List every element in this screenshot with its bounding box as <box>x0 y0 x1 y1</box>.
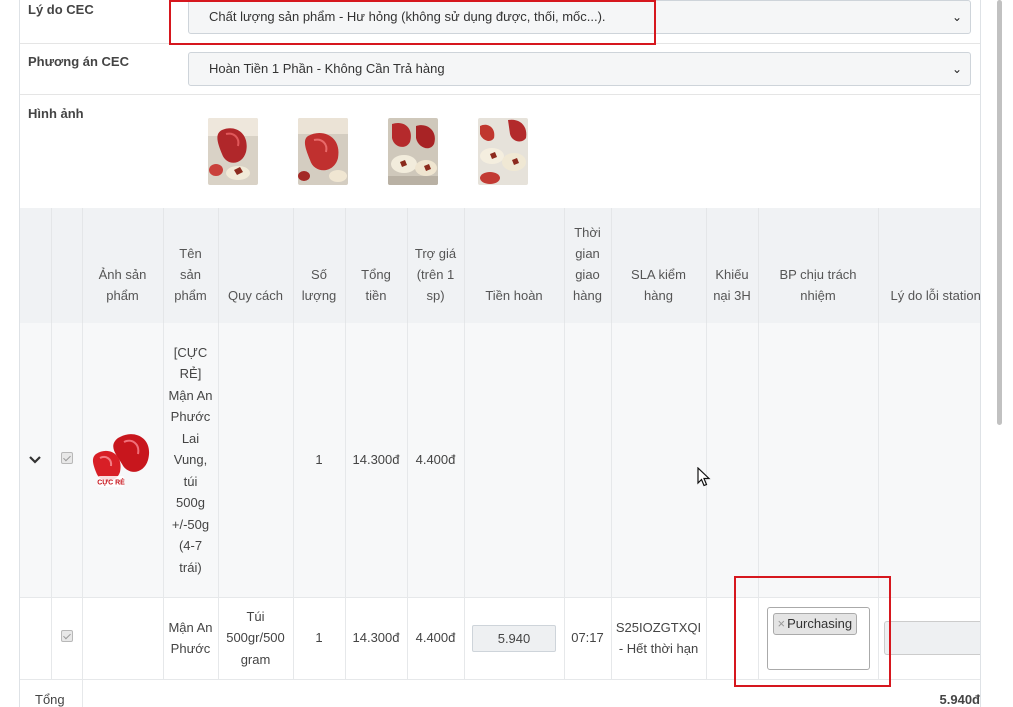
refund-header: Tiền hoàn <box>463 208 564 323</box>
reason-label: Lý do CEC <box>28 2 94 17</box>
select-header <box>50 208 82 323</box>
chevron-down-icon: ⌄ <box>951 10 962 24</box>
plan-label: Phương án CEC <box>28 54 129 69</box>
plan-row: Phương án CEC Hoàn Tiền 1 Phần - Không C… <box>20 44 980 95</box>
image-header: Ảnh sản phẩm <box>81 208 163 323</box>
sub-expand-cell <box>20 597 51 680</box>
product-name-cell: [CỰC RẺ] Mận An Phước Lai Vung, túi 500g… <box>162 323 218 598</box>
sla-header: SLA kiểm hàng <box>610 208 706 323</box>
chevron-down-icon[interactable] <box>29 451 42 467</box>
product-station-cell <box>877 323 980 598</box>
product-total-cell: 14.300đ <box>344 323 407 598</box>
sub-image-cell <box>81 597 163 680</box>
total-label: Tổng <box>20 679 82 707</box>
department-highlight-box <box>734 576 891 687</box>
department-header: BP chịu trách nhiệm <box>757 208 878 323</box>
item-total-cell: 14.300đ <box>344 597 407 680</box>
product-photo-4[interactable] <box>478 118 528 185</box>
product-photo-2[interactable] <box>298 118 348 185</box>
product-photo-1[interactable] <box>208 118 258 185</box>
item-spec-cell: Túi 500gr/500 gram <box>217 597 293 680</box>
item-subsidy-cell: 4.400đ <box>406 597 464 680</box>
select-cell <box>50 323 82 598</box>
product-complaint-cell <box>705 323 758 598</box>
mouse-cursor-icon <box>697 467 711 487</box>
subsidy-header: Trợ giá (trên 1 sp) <box>406 208 464 323</box>
chevron-down-icon: ⌄ <box>951 62 962 76</box>
name-header: Tên sản phẩm <box>162 208 218 323</box>
plan-select[interactable]: Hoàn Tiền 1 Phần - Không Cần Trả hàng ⌄ <box>188 52 971 86</box>
product-image-badge: CỰC RẺ <box>97 477 125 486</box>
complaint-header: Khiếu nại 3H <box>705 208 758 323</box>
plan-value: Hoàn Tiền 1 Phần - Không Cần Trả hàng <box>209 61 445 76</box>
product-delivery-cell <box>563 323 611 598</box>
product-refund-cell <box>463 323 564 598</box>
station-reason-select[interactable] <box>883 621 980 655</box>
product-sla-cell <box>610 323 706 598</box>
product-qty-cell: 1 <box>292 323 345 598</box>
item-name-cell: Mận An Phước <box>162 597 218 680</box>
table-row: CỰC RẺ [CỰC RẺ] Mận An Phước Lai Vung, t… <box>20 323 980 598</box>
station-reason-header: Lý do lỗi station <box>877 208 980 323</box>
refund-amount-input[interactable]: 5.940 <box>472 624 556 652</box>
item-checkbox[interactable] <box>60 630 73 643</box>
scrollbar[interactable] <box>997 0 1002 425</box>
reason-highlight-box <box>169 0 656 45</box>
sub-select-cell <box>50 597 82 680</box>
table-header: Ảnh sản phẩm Tên sản phẩm Quy cách Số lư… <box>20 208 980 323</box>
item-delivery-cell: 07:17 <box>563 597 611 680</box>
delivery-time-header: Thời gian giao hàng <box>563 208 611 323</box>
right-border <box>980 0 981 707</box>
total-value: 5.940đ <box>878 679 980 707</box>
qty-header: Số lượng <box>292 208 345 323</box>
spec-header: Quy cách <box>217 208 293 323</box>
expand-cell <box>20 323 51 598</box>
item-refund-cell: 5.940 <box>463 597 564 680</box>
item-qty-cell: 1 <box>292 597 345 680</box>
product-spec-cell <box>217 323 293 598</box>
product-checkbox[interactable] <box>60 452 73 464</box>
images-label: Hình ảnh <box>28 106 84 121</box>
expand-header <box>20 208 51 323</box>
product-image-cell: CỰC RẺ <box>81 323 163 598</box>
item-station-cell <box>877 597 980 680</box>
product-photo-3[interactable] <box>388 118 438 185</box>
product-subsidy-cell: 4.400đ <box>406 323 464 598</box>
product-department-cell <box>757 323 878 598</box>
product-image: CỰC RẺ <box>92 433 149 487</box>
total-header: Tổng tiền <box>344 208 407 323</box>
item-sla-cell: S25IOZGTXQI - Hết thời hạn <box>610 597 706 680</box>
